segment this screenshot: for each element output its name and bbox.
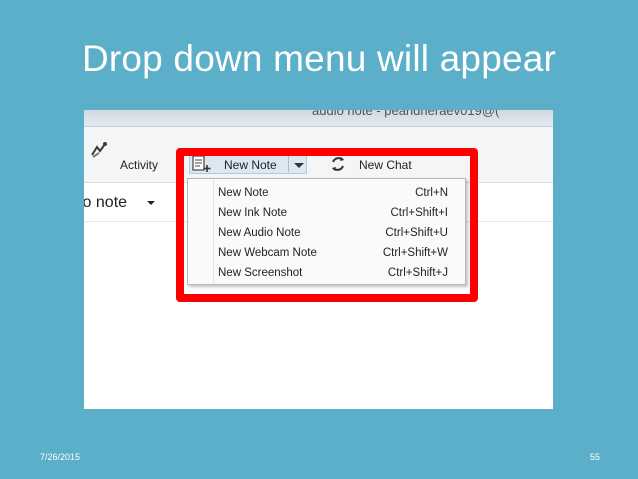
window-titlebar: audio note - pearidheraev019@( [84, 110, 553, 127]
notebook-selector[interactable]: io note [84, 194, 127, 212]
highlight-box [176, 148, 478, 302]
activity-button[interactable]: Activity [120, 158, 158, 172]
slide-page-number: 55 [589, 452, 600, 462]
app-screenshot: audio note - pearidheraev019@( Activity … [84, 110, 553, 409]
slide-title: Drop down menu will appear [81, 38, 557, 79]
slide-date: 7/26/2015 [40, 452, 81, 462]
notebook-dropdown-icon[interactable] [147, 201, 155, 205]
activity-icon[interactable] [90, 141, 108, 159]
window-title: audio note - pearidheraev019@( [312, 110, 500, 118]
